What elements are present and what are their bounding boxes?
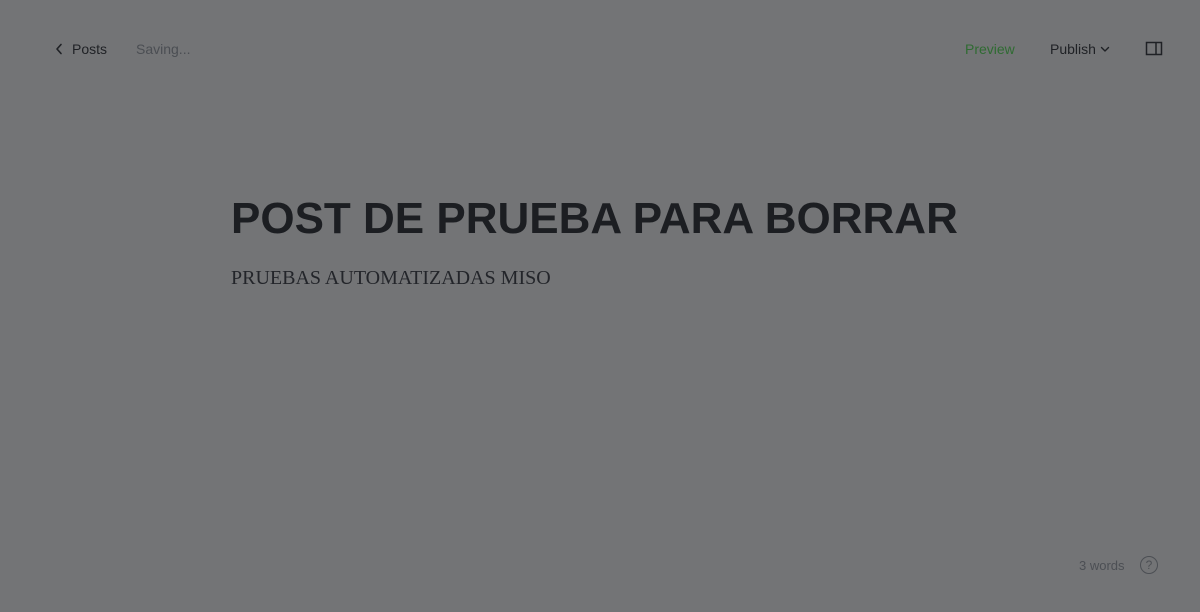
chevron-left-icon bbox=[56, 43, 62, 55]
back-to-posts-link[interactable]: Posts bbox=[55, 39, 107, 59]
post-body[interactable]: PRUEBAS AUTOMATIZADAS MISO bbox=[231, 264, 991, 292]
sidebar-panel-icon bbox=[1145, 41, 1163, 56]
publish-button[interactable]: Publish bbox=[1050, 39, 1110, 59]
publish-label: Publish bbox=[1050, 41, 1096, 57]
sidebar-toggle-button[interactable] bbox=[1145, 40, 1163, 58]
preview-button[interactable]: Preview bbox=[965, 39, 1015, 59]
post-title[interactable]: POST DE PRUEBA PARA BORRAR bbox=[231, 190, 991, 248]
chevron-down-icon bbox=[1100, 46, 1110, 52]
question-mark-icon: ? bbox=[1145, 558, 1153, 572]
editor-footer: 3 words ? bbox=[1060, 554, 1170, 578]
word-count: 3 words bbox=[1079, 558, 1125, 573]
help-button[interactable]: ? bbox=[1140, 556, 1158, 574]
back-label: Posts bbox=[72, 41, 108, 57]
post-editor: POST DE PRUEBA PARA BORRAR PRUEBAS AUTOM… bbox=[231, 190, 991, 292]
save-status: Saving... bbox=[136, 41, 191, 57]
editor-header: Posts Saving... Preview Publish bbox=[0, 0, 1200, 98]
